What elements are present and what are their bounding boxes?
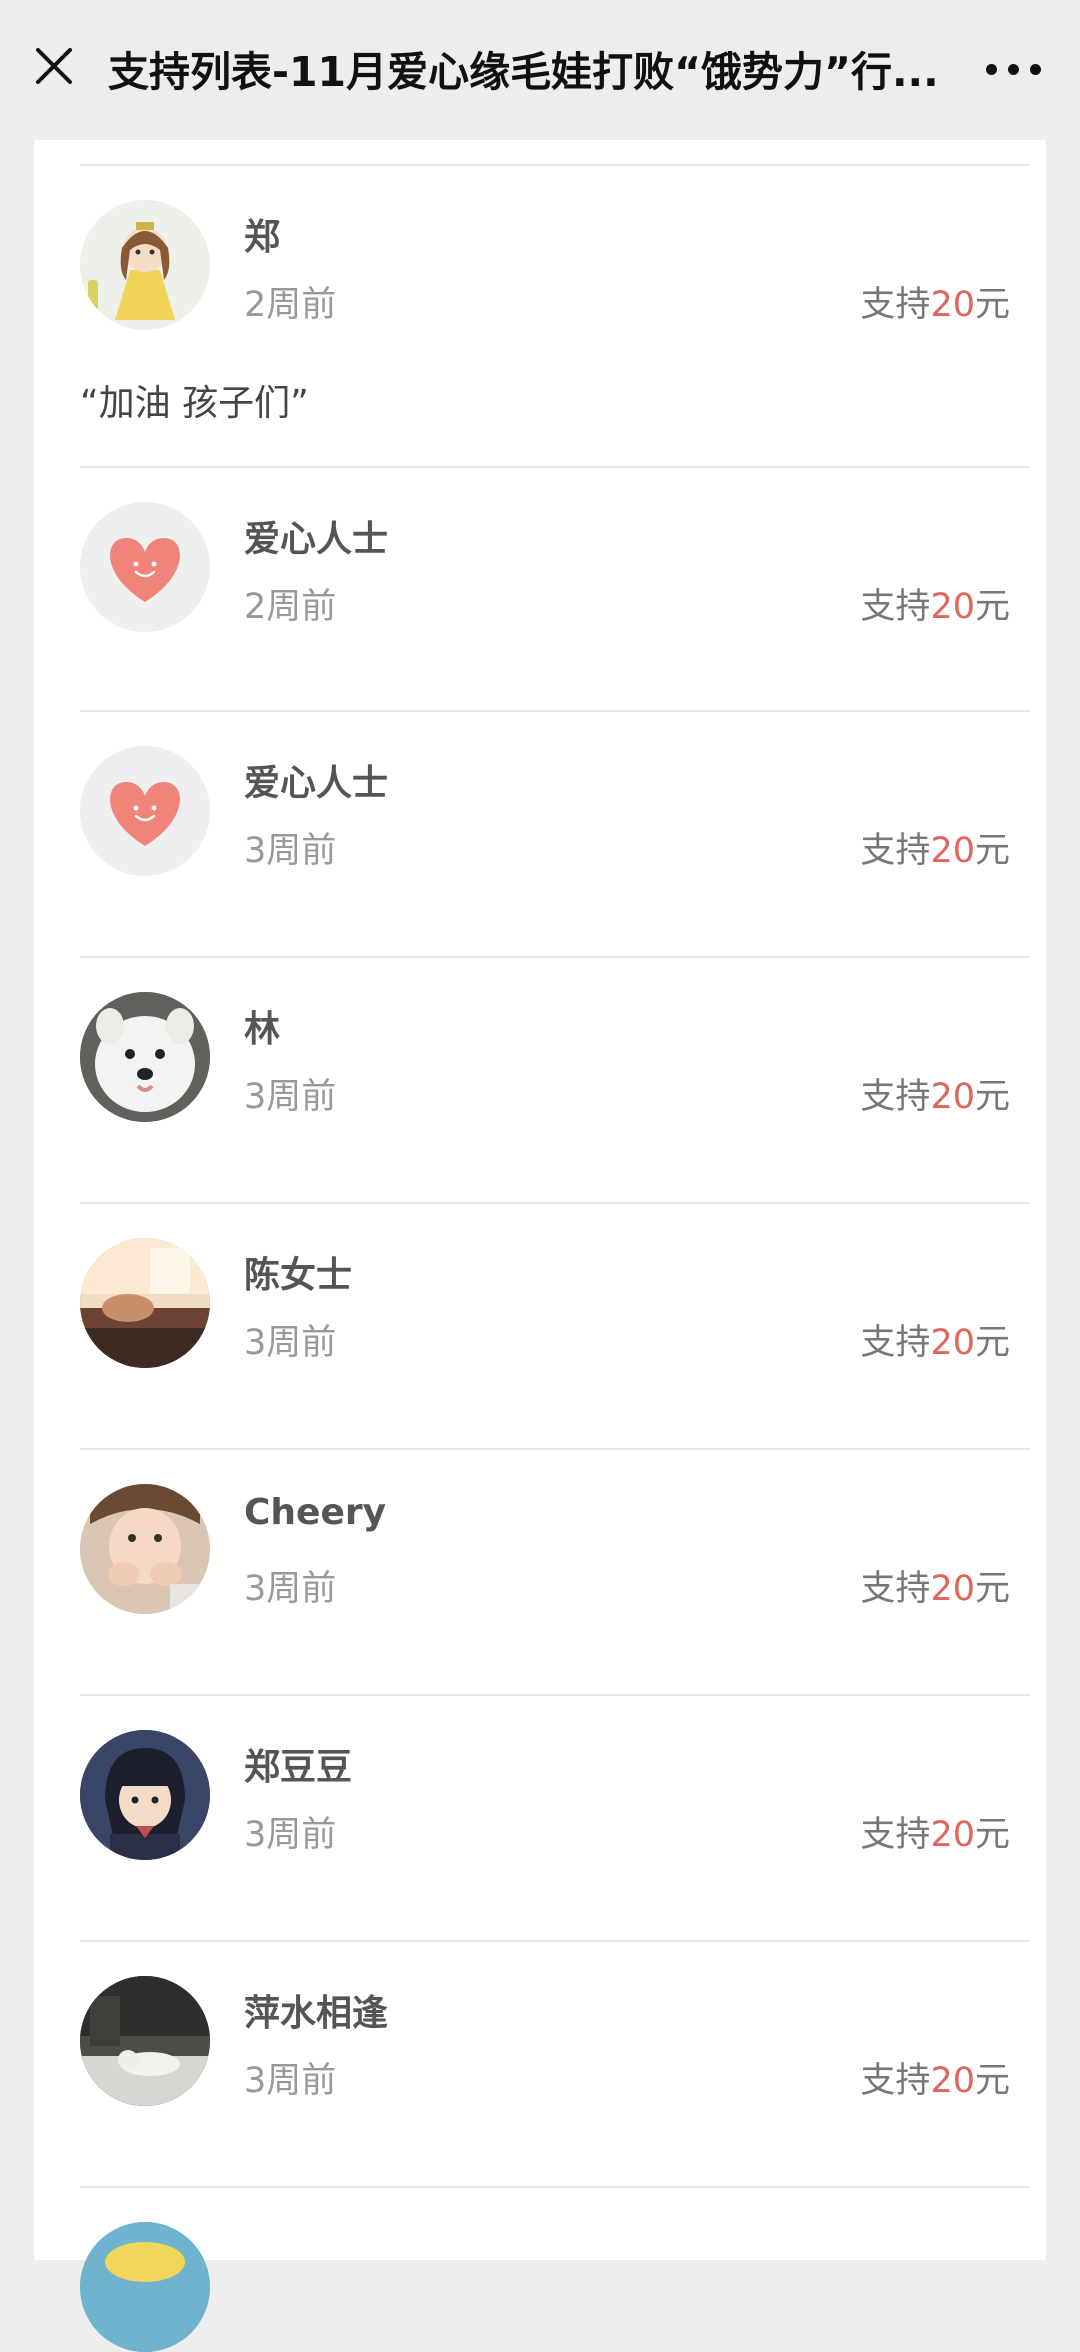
princess-avatar [80, 200, 210, 330]
amount-prefix: 支持 [860, 285, 931, 325]
supporter-name: 萍水相逢 [244, 1993, 389, 2034]
supporter-name: 林 [244, 1009, 281, 1050]
amount-prefix: 支持 [860, 587, 931, 627]
amount-value: 20 [930, 1077, 975, 1117]
amount-value: 20 [930, 285, 975, 325]
amount-prefix: 支持 [860, 1815, 931, 1855]
amount-suffix: 元 [974, 2061, 1010, 2101]
supporter-name: 爱心人士 [244, 519, 389, 560]
support-time: 3周前 [244, 2061, 337, 2101]
support-time: 3周前 [244, 831, 337, 871]
supporter-list-card: 郑 2周前 支持20元 “加油 孩子们” 爱心人士 2周前 支持20元 爱心人士… [34, 140, 1046, 2352]
divider [80, 1202, 1030, 1204]
amount-value: 20 [930, 1323, 975, 1363]
heart-avatar [80, 746, 210, 876]
supporter-message: “加油 孩子们” [80, 383, 309, 424]
supporter-name: 郑 [244, 217, 281, 258]
supporter-name: 郑豆豆 [244, 1747, 353, 1788]
support-time: 2周前 [244, 285, 337, 325]
page-title: 支持列表-11月爱心缘毛娃打败“饿势力”行... [108, 48, 939, 96]
divider [80, 956, 1030, 958]
amount-suffix: 元 [974, 831, 1010, 871]
divider [80, 2186, 1030, 2188]
amount-suffix: 元 [974, 285, 1010, 325]
support-time: 3周前 [244, 1077, 337, 1117]
amount-suffix: 元 [974, 587, 1010, 627]
support-amount: 支持20元 [860, 1068, 1010, 1119]
amount-prefix: 支持 [860, 1077, 931, 1117]
heart-avatar [80, 502, 210, 632]
amount-value: 20 [930, 831, 975, 871]
support-amount: 支持20元 [860, 822, 1010, 873]
amount-value: 20 [930, 1815, 975, 1855]
top-navigation-bar: 支持列表-11月爱心缘毛娃打败“饿势力”行... [0, 0, 1080, 142]
support-amount: 支持20元 [860, 1806, 1010, 1857]
support-time: 2周前 [244, 587, 337, 627]
amount-value: 20 [930, 587, 975, 627]
amount-suffix: 元 [974, 1323, 1010, 1363]
support-time: 3周前 [244, 1323, 337, 1363]
amount-value: 20 [930, 2061, 975, 2101]
supporter-name: 陈女士 [244, 1255, 353, 1296]
close-icon[interactable] [28, 40, 80, 92]
divider [80, 1940, 1030, 1942]
support-amount: 支持20元 [860, 276, 1010, 327]
amount-prefix: 支持 [860, 831, 931, 871]
amount-prefix: 支持 [860, 1569, 931, 1609]
divider [80, 710, 1030, 712]
divider [80, 1448, 1030, 1450]
white-dog-avatar [80, 992, 210, 1122]
support-amount: 支持20元 [860, 1314, 1010, 1365]
amount-suffix: 元 [974, 1077, 1010, 1117]
support-time: 3周前 [244, 1569, 337, 1609]
divider [80, 1694, 1030, 1696]
support-amount: 支持20元 [860, 1560, 1010, 1611]
supporter-name: 爱心人士 [244, 763, 389, 804]
amount-suffix: 元 [974, 1815, 1010, 1855]
support-amount: 支持20元 [860, 2052, 1010, 2103]
supporter-name: Cheery [244, 1492, 387, 1533]
anime-girl-avatar [80, 1730, 210, 1860]
amount-prefix: 支持 [860, 2061, 931, 2101]
amount-suffix: 元 [974, 1569, 1010, 1609]
divider [80, 164, 1030, 166]
support-amount: 支持20元 [860, 578, 1010, 629]
amount-prefix: 支持 [860, 1323, 931, 1363]
amount-value: 20 [930, 1569, 975, 1609]
bedroom-photo-avatar [80, 1238, 210, 1368]
partial-avatar [80, 2222, 210, 2352]
support-time: 3周前 [244, 1815, 337, 1855]
divider [80, 466, 1030, 468]
child-photo-avatar [80, 1484, 210, 1614]
more-options-icon[interactable] [980, 50, 1046, 90]
cat-photo-avatar [80, 1976, 210, 2106]
